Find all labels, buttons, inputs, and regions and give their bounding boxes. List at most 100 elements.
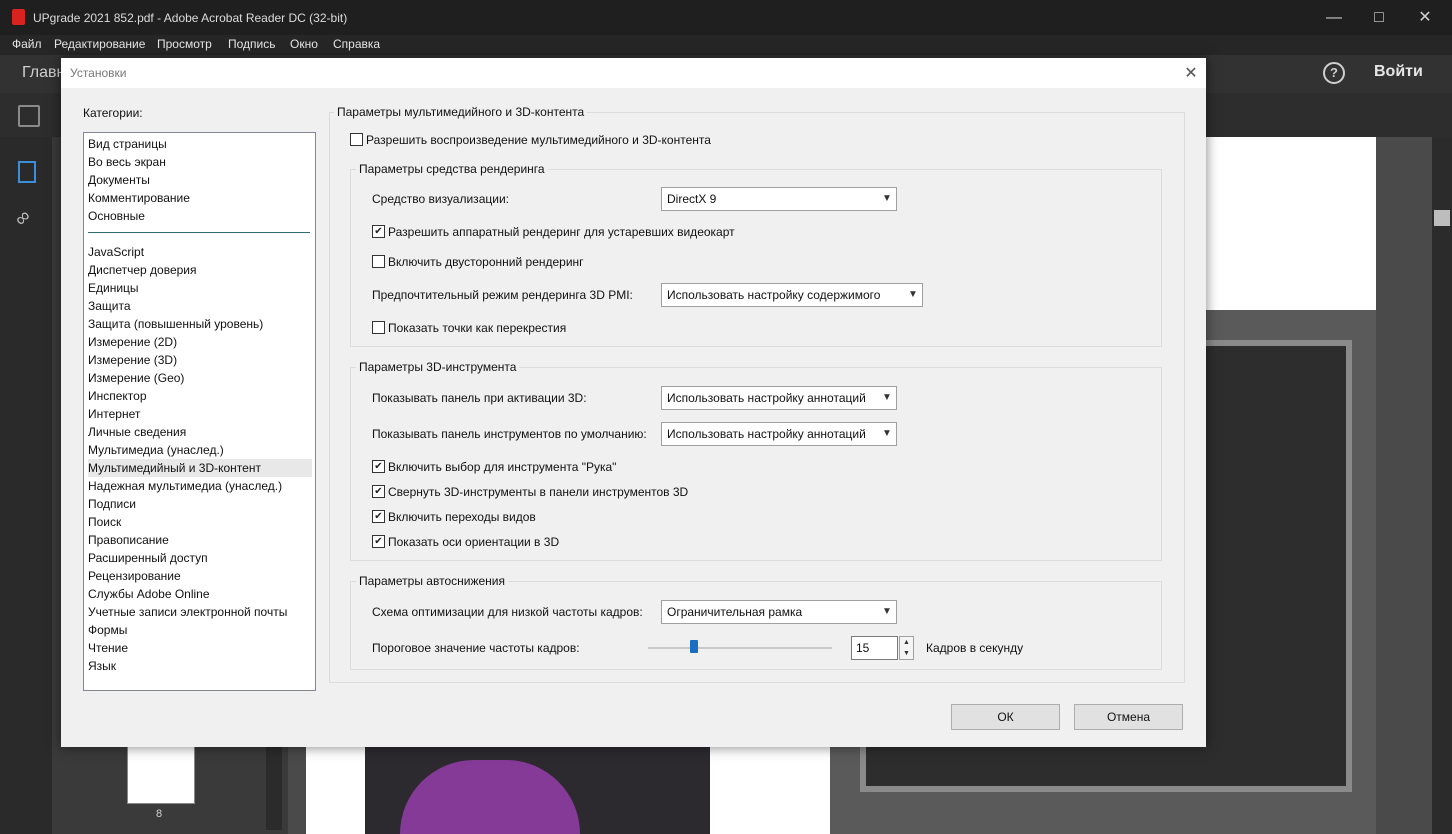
category-item[interactable]: Комментирование xyxy=(88,189,312,207)
points-cross-checkbox[interactable] xyxy=(372,321,385,334)
scheme-label: Схема оптимизации для низкой частоты кад… xyxy=(372,605,643,619)
ok-button[interactable]: ОК xyxy=(951,704,1060,730)
document-scroll-thumb[interactable] xyxy=(1434,210,1450,226)
menu-sign[interactable]: Подпись xyxy=(228,37,276,51)
spin-up-icon[interactable]: ▲ xyxy=(900,637,913,648)
chevron-down-icon: ▼ xyxy=(882,193,892,204)
view-transitions-label: Включить переходы видов xyxy=(388,510,536,524)
page-thumbnail[interactable] xyxy=(127,744,195,804)
document-scrollbar[interactable] xyxy=(1432,137,1452,834)
pmi-select[interactable]: Использовать настройку содержимого ▼ xyxy=(661,283,923,307)
spin-down-icon[interactable]: ▼ xyxy=(900,648,913,659)
category-item[interactable]: Учетные записи электронной почты xyxy=(88,603,312,621)
show-axes-checkbox[interactable]: ✔ xyxy=(372,535,385,548)
window-title: UPgrade 2021 852.pdf - Adobe Acrobat Rea… xyxy=(33,11,348,25)
category-item[interactable]: Документы xyxy=(88,171,312,189)
multimedia-3d-group-title: Параметры мультимедийного и 3D-контента xyxy=(334,105,588,119)
threshold-unit-label: Кадров в секунду xyxy=(926,641,1024,655)
toolbar-default-label: Показывать панель инструментов по умолча… xyxy=(372,427,647,441)
enable-playback-label: Разрешить воспроизведение мультимедийног… xyxy=(366,133,711,147)
view-transitions-checkbox[interactable]: ✔ xyxy=(372,510,385,523)
points-cross-label: Показать точки как перекрестия xyxy=(388,321,567,335)
hand-select-checkbox[interactable]: ✔ xyxy=(372,460,385,473)
enable-playback-checkbox[interactable] xyxy=(350,133,363,146)
category-item[interactable]: Поиск xyxy=(88,513,312,531)
renderer-value: DirectX 9 xyxy=(667,192,717,206)
menu-help[interactable]: Справка xyxy=(333,37,380,51)
scheme-select[interactable]: Ограничительная рамка ▼ xyxy=(661,600,897,624)
left-rail: ∞ xyxy=(0,137,52,834)
app-titlebar: UPgrade 2021 852.pdf - Adobe Acrobat Rea… xyxy=(0,0,1452,35)
category-item[interactable]: Службы Adobe Online xyxy=(88,585,312,603)
category-item[interactable]: Защита xyxy=(88,297,312,315)
close-icon[interactable]: ✕ xyxy=(1182,63,1200,82)
chevron-down-icon: ▼ xyxy=(908,289,918,300)
panel-on-activate-select[interactable]: Использовать настройку аннотаций ▼ xyxy=(661,386,897,410)
cancel-button[interactable]: Отмена xyxy=(1074,704,1183,730)
legacy-hw-checkbox[interactable]: ✔ xyxy=(372,225,385,238)
tab-home[interactable]: Главн xyxy=(22,64,65,82)
category-item[interactable]: Во весь экран xyxy=(88,153,312,171)
dialog-title: Установки xyxy=(70,66,127,80)
collapse-tools-label: Свернуть 3D-инструменты в панели инструм… xyxy=(388,485,689,499)
category-item[interactable]: Измерение (Geo) xyxy=(88,369,312,387)
category-item[interactable]: Измерение (2D) xyxy=(88,333,312,351)
threshold-slider[interactable] xyxy=(648,647,832,649)
category-item[interactable]: Вид страницы xyxy=(88,135,312,153)
threshold-label: Пороговое значение частоты кадров: xyxy=(372,641,580,655)
category-item[interactable]: Мультимедийный и 3D-контент xyxy=(88,459,312,477)
thumbnail-page-number: 8 xyxy=(156,808,163,820)
category-item[interactable]: Надежная мультимедиа (унаслед.) xyxy=(88,477,312,495)
chevron-down-icon: ▼ xyxy=(882,606,892,617)
menu-file[interactable]: Файл xyxy=(12,37,42,51)
category-item[interactable]: Правописание xyxy=(88,531,312,549)
menu-view[interactable]: Просмотр xyxy=(157,37,212,51)
menu-edit[interactable]: Редактирование xyxy=(54,37,145,51)
category-item[interactable]: Защита (повышенный уровень) xyxy=(88,315,312,333)
acrobat-icon xyxy=(12,9,25,25)
category-item[interactable]: Интернет xyxy=(88,405,312,423)
categories-divider xyxy=(88,232,310,233)
collapse-tools-checkbox[interactable]: ✔ xyxy=(372,485,385,498)
category-item[interactable]: Чтение xyxy=(88,639,312,657)
legacy-hw-label: Разрешить аппаратный рендеринг для устар… xyxy=(388,225,735,239)
dialog-titlebar: Установки ✕ xyxy=(61,58,1206,88)
category-item[interactable]: Диспетчер доверия xyxy=(88,261,312,279)
maximize-icon[interactable]: □ xyxy=(1368,8,1390,28)
help-icon[interactable]: ? xyxy=(1323,62,1345,84)
sign-in-button[interactable]: Войти xyxy=(1374,63,1423,81)
category-item[interactable]: Основные xyxy=(88,207,312,225)
panel-on-activate-label: Показывать панель при активации 3D: xyxy=(372,391,587,405)
menu-window[interactable]: Окно xyxy=(290,37,318,51)
category-item[interactable]: Подписи xyxy=(88,495,312,513)
category-item[interactable]: JavaScript xyxy=(88,243,312,261)
save-icon[interactable] xyxy=(18,105,40,127)
toolbar-default-select[interactable]: Использовать настройку аннотаций ▼ xyxy=(661,422,897,446)
category-item[interactable]: Язык xyxy=(88,657,312,675)
chevron-down-icon: ▼ xyxy=(882,392,892,403)
category-item[interactable]: Измерение (3D) xyxy=(88,351,312,369)
close-window-icon[interactable]: ✕ xyxy=(1414,8,1436,28)
attachment-icon[interactable]: ∞ xyxy=(10,205,36,231)
pages-icon[interactable] xyxy=(18,161,36,183)
renderer-select[interactable]: DirectX 9 ▼ xyxy=(661,187,897,211)
category-item[interactable]: Личные сведения xyxy=(88,423,312,441)
double-sided-checkbox[interactable] xyxy=(372,255,385,268)
panel-on-activate-value: Использовать настройку аннотаций xyxy=(667,391,866,405)
scheme-value: Ограничительная рамка xyxy=(667,605,803,619)
category-item[interactable]: Мультимедиа (унаслед.) xyxy=(88,441,312,459)
tool3d-group-title: Параметры 3D-инструмента xyxy=(356,360,520,374)
category-item[interactable]: Единицы xyxy=(88,279,312,297)
threshold-input[interactable]: 15 xyxy=(851,636,898,660)
autoreduce-group-title: Параметры автоснижения xyxy=(356,574,508,588)
category-item[interactable]: Рецензирование xyxy=(88,567,312,585)
category-item[interactable]: Инспектор xyxy=(88,387,312,405)
threshold-spinner[interactable]: ▲ ▼ xyxy=(899,636,914,660)
threshold-slider-thumb[interactable] xyxy=(690,640,698,653)
category-item[interactable]: Формы xyxy=(88,621,312,639)
renderer-label: Средство визуализации: xyxy=(372,192,509,206)
preferences-dialog: Установки ✕ Категории: Вид страницы Во ве… xyxy=(61,58,1206,747)
minimize-icon[interactable]: — xyxy=(1323,8,1345,28)
category-item[interactable]: Расширенный доступ xyxy=(88,549,312,567)
categories-list[interactable]: Вид страницы Во весь экран Документы Коммен… xyxy=(83,132,316,691)
